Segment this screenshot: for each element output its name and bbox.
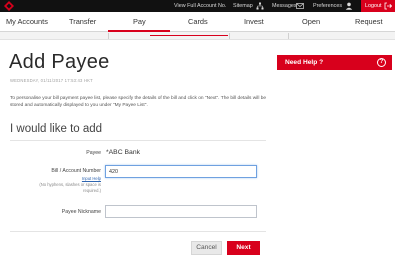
intro-text: To personalise your bill payment payee l…	[10, 96, 267, 108]
logout-icon	[384, 2, 392, 10]
envelope-icon[interactable]	[296, 2, 304, 10]
nav-my-accounts[interactable]: My Accounts	[6, 12, 48, 32]
nav-open[interactable]: Open	[302, 12, 320, 32]
payee-label: Payee	[86, 150, 101, 156]
logout-button[interactable]: Logout	[361, 0, 395, 12]
preferences-link[interactable]: Preferences	[313, 0, 342, 12]
account-number-hint-cont: required.)	[83, 188, 101, 193]
cancel-button[interactable]: Cancel	[191, 241, 222, 255]
subbar-divider	[108, 33, 109, 39]
help-question-icon: ?	[377, 58, 386, 67]
page-title: Add Payee	[9, 51, 110, 73]
nav-transfer[interactable]: Transfer	[69, 12, 96, 32]
form-divider	[10, 231, 266, 232]
input-help-link[interactable]: Input Help	[82, 176, 101, 181]
view-full-account-link[interactable]: View Full Account No.	[174, 0, 226, 12]
section-title: I would like to add	[10, 123, 103, 135]
payee-value: *ABC Bank	[106, 149, 141, 156]
main-navigation: My Accounts Transfer Pay Cards Invest Op…	[0, 12, 395, 32]
subbar-active-line	[150, 35, 228, 36]
payee-nickname-field[interactable]	[105, 205, 257, 218]
next-button[interactable]: Next	[227, 241, 260, 255]
top-utility-bar: View Full Account No. Sitemap Messages P…	[0, 0, 395, 12]
sitemap-link[interactable]: Sitemap	[233, 0, 253, 12]
subbar-divider	[288, 33, 289, 39]
messages-link[interactable]: Messages	[272, 0, 297, 12]
logout-label: Logout	[365, 3, 382, 9]
nav-invest[interactable]: Invest	[244, 12, 264, 32]
page-date: WEDNESDAY, 01/11/2017 17:53:43 HKT	[10, 78, 93, 83]
subbar-divider	[229, 33, 230, 39]
account-number-hint: (No hyphens, slashes or space is	[39, 182, 101, 187]
user-icon[interactable]	[345, 2, 353, 10]
nav-request[interactable]: Request	[355, 12, 383, 32]
nav-pay[interactable]: Pay	[133, 12, 146, 32]
account-number-field[interactable]: 420	[105, 165, 257, 178]
bank-logo-icon[interactable]	[4, 1, 14, 11]
input-help-text[interactable]: Input Help	[82, 176, 101, 181]
account-number-label: Bill / Account Number	[51, 168, 101, 174]
need-help-button[interactable]: Need Help ? ?	[277, 55, 392, 70]
section-divider	[10, 140, 266, 141]
need-help-label: Need Help ?	[285, 59, 324, 66]
sub-navigation-bar	[0, 32, 395, 40]
payee-nickname-label: Payee Nickname	[61, 209, 101, 215]
nav-cards[interactable]: Cards	[188, 12, 208, 32]
sitemap-icon[interactable]	[256, 2, 264, 10]
